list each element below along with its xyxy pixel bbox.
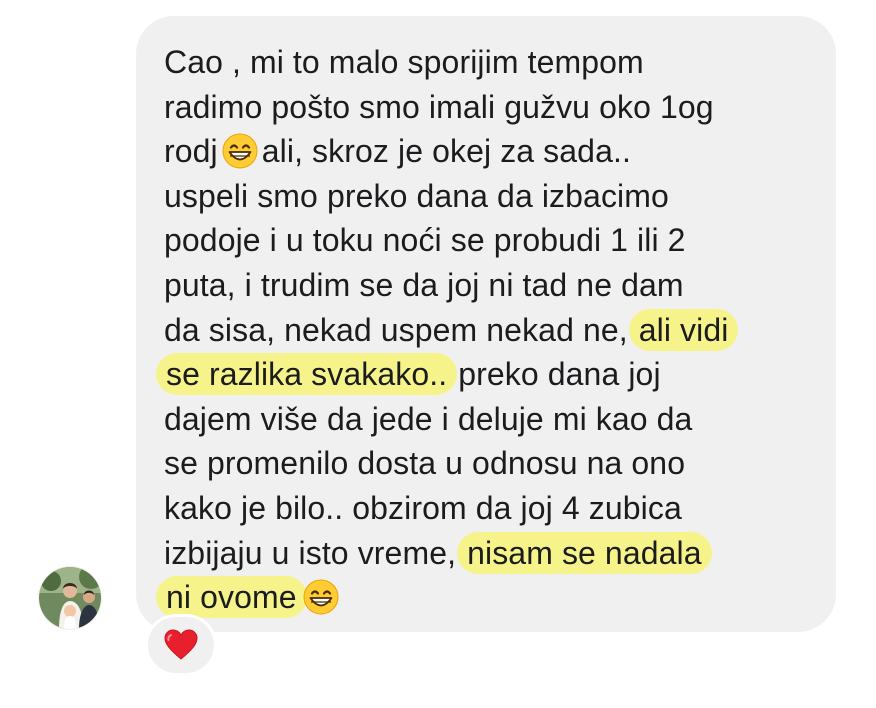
grinning-face-emoji	[303, 579, 339, 615]
grinning-face-emoji	[222, 133, 258, 169]
message-line: radimo pošto smo imali gužvu oko 1og	[164, 88, 714, 125]
heart-reaction[interactable]	[148, 617, 214, 673]
highlighted-text: ali vidi	[628, 308, 739, 351]
message-line: puta, i trudim se da joj ni tad ne dam	[164, 266, 684, 303]
avatar-photo-icon	[39, 567, 101, 629]
message-line: se razlika svakako.. preko dana joj	[156, 352, 824, 397]
highlighted-text: ni ovome	[156, 576, 307, 619]
heart-icon	[164, 629, 198, 660]
message-line: Cao , mi to malo sporijim tempom	[164, 44, 644, 80]
message-line: podoje i u toku noći se probudi 1 ili 2	[164, 222, 686, 259]
message-line: dajem više da jede i deluje mi kao da	[164, 400, 693, 437]
message-line: kako je bilo.. obzirom da joj 4 zubica	[164, 489, 682, 526]
message-line: se promenilo dosta u odnosu na ono	[164, 445, 686, 482]
message-line: rodj ali, skroz je okej za sada..	[164, 133, 631, 170]
message-line: uspeli smo preko dana da izbacimo	[164, 177, 669, 214]
message-line: izbijaju u isto vreme, nisam se nadala	[164, 531, 824, 576]
message-line: ni ovome	[156, 575, 824, 620]
message-text: Cao , mi to malo sporijim tempom radimo …	[156, 40, 824, 620]
highlighted-text: nisam se nadala	[457, 531, 712, 574]
highlighted-text: se razlika svakako..	[156, 353, 458, 396]
message-line: da sisa, nekad uspem nekad ne, ali vidi	[164, 308, 824, 353]
sender-avatar[interactable]	[39, 567, 101, 629]
